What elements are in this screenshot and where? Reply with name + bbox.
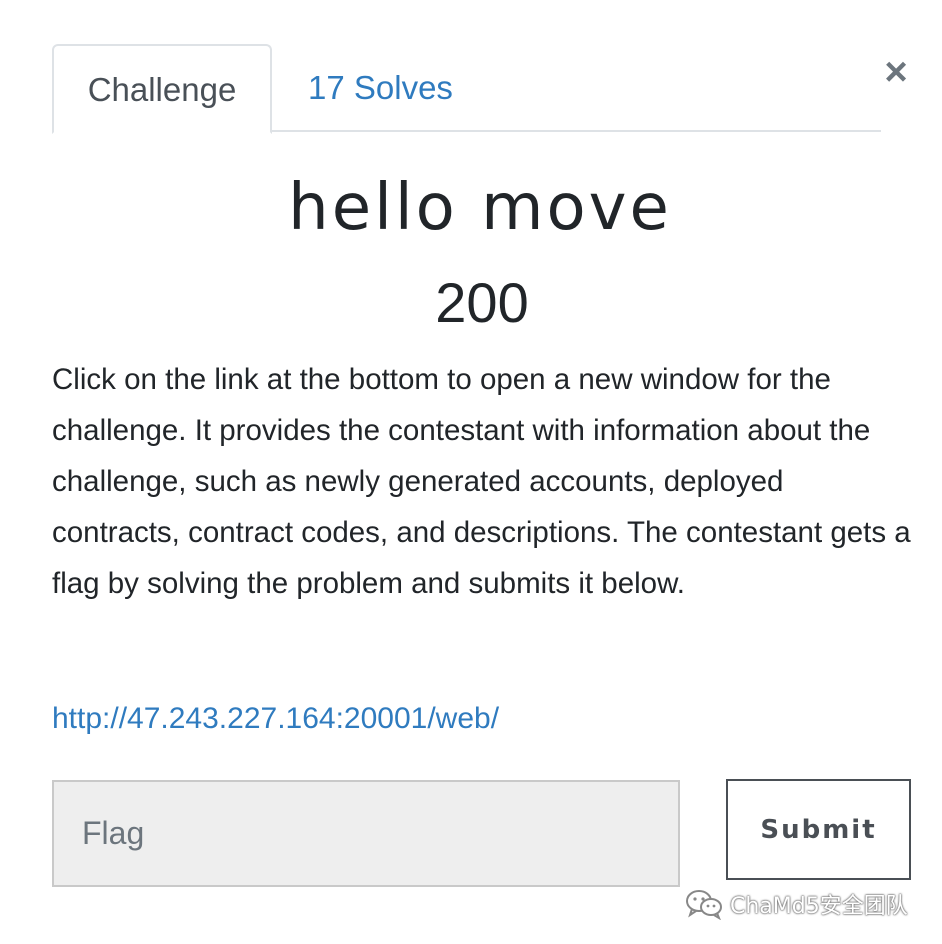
wechat-icon: [686, 890, 722, 920]
flag-input[interactable]: [52, 780, 680, 887]
submit-button[interactable]: Submit: [726, 779, 911, 880]
close-icon[interactable]: ×: [880, 52, 912, 92]
challenge-description: Click on the link at the bottom to open …: [52, 363, 911, 600]
watermark: ChaMd5安全团队: [684, 886, 908, 922]
challenge-link[interactable]: http://47.243.227.164:20001/web/: [52, 697, 499, 741]
watermark-text: ChaMd5安全团队: [730, 894, 908, 919]
tab-bar: Challenge 17 Solves: [52, 44, 881, 134]
tab-solves[interactable]: 17 Solves: [308, 44, 453, 132]
tab-challenge[interactable]: Challenge: [52, 44, 272, 134]
challenge-title: hello move: [288, 171, 672, 245]
challenge-points: 200: [435, 271, 529, 334]
